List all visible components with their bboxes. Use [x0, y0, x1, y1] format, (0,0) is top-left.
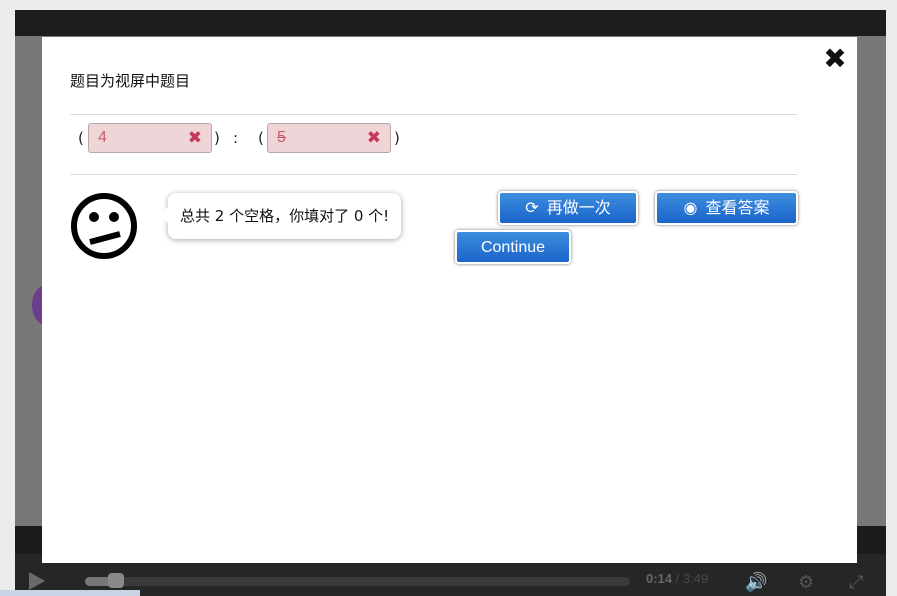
blank-1[interactable]: 4 ✖ [88, 123, 212, 153]
retry-button[interactable]: ⟳ 再做一次 [498, 191, 638, 225]
total-time: / 3:49 [675, 571, 709, 586]
volume-icon[interactable]: 🔊 [745, 572, 767, 593]
show-answer-button[interactable]: ◉ 查看答案 [655, 191, 798, 225]
retry-button-label: 再做一次 [546, 200, 611, 217]
continue-button-label: Continue [480, 239, 546, 256]
time-display: 0:14 / 3:49 [646, 571, 708, 586]
close-icon[interactable]: ✖ [822, 45, 848, 73]
blank-2[interactable]: 5 ✖ [267, 123, 391, 153]
show-answer-button-label: 查看答案 [705, 200, 770, 217]
gear-icon[interactable]: ⚙ [798, 572, 814, 593]
blank-1-value: 4 [98, 129, 107, 146]
refresh-icon: ⟳ [525, 198, 539, 217]
play-icon[interactable] [29, 572, 45, 590]
eye-icon: ◉ [683, 198, 698, 217]
paren-open: ( [258, 129, 264, 147]
quiz-modal: 题目为视屏中题目 ( 4 ✖ ) : ( 5 ✖ ) 总共 2 个空格，你填对了… [42, 37, 857, 563]
seek-handle[interactable] [108, 573, 124, 588]
paren-close: ) [214, 129, 220, 147]
video-top-bar [15, 10, 886, 36]
seek-bar[interactable] [85, 573, 630, 588]
continue-button[interactable]: Continue [455, 230, 571, 264]
feedback-bubble: 总共 2 个空格，你填对了 0 个! [158, 193, 402, 239]
fullscreen-icon[interactable]: ⤢ [849, 572, 863, 593]
divider-bottom [70, 174, 797, 175]
current-time: 0:14 [646, 571, 673, 586]
paren-close: ) [394, 129, 400, 147]
feedback-message: 总共 2 个空格，你填对了 0 个! [180, 207, 390, 225]
wrong-mark-icon: ✖ [187, 128, 202, 148]
question-title: 题目为视屏中题目 [70, 72, 191, 90]
paren-open: ( [78, 129, 84, 147]
wrong-mark-icon: ✖ [366, 128, 381, 148]
neutral-face-icon [71, 193, 137, 259]
separator-colon: : [233, 129, 239, 147]
divider-top [70, 114, 797, 115]
page-bottom-strip [0, 590, 140, 596]
blank-2-value: 5 [277, 129, 286, 146]
